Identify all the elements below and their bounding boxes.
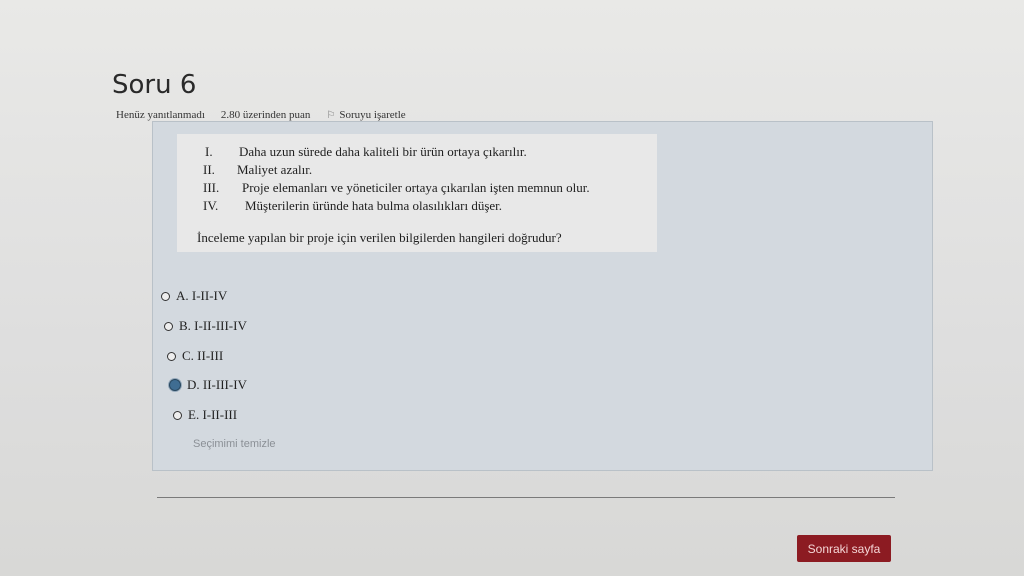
question-points: 2.80 üzerinden puan: [220, 109, 311, 121]
option-d[interactable]: D. II-III-IV: [169, 377, 247, 393]
flag-question-link[interactable]: ⚐ Soruyu işaretle: [326, 109, 405, 121]
statement-1: I. Daha uzun sürede daha kaliteli bir ür…: [205, 144, 527, 160]
flag-icon: ⚐: [326, 109, 336, 121]
option-b[interactable]: B. I-II-III-IV: [164, 318, 247, 334]
option-c[interactable]: C. II-III: [167, 348, 223, 364]
question-prompt: İnceleme yapılan bir proje için verilen …: [197, 230, 562, 245]
option-label: E. I-II-III: [188, 407, 238, 422]
statement-text: Müşterilerin üründe hata bulma olasılıkl…: [245, 198, 503, 213]
statement-number: II.: [203, 162, 215, 177]
answer-status: Henüz yanıtlanmadı: [116, 109, 205, 121]
statement-text: Daha uzun sürede daha kaliteli bir ürün …: [239, 144, 527, 159]
question-box: I. Daha uzun sürede daha kaliteli bir ür…: [152, 121, 933, 471]
divider: [157, 497, 895, 498]
clear-selection-link[interactable]: Seçimimi temizle: [193, 438, 276, 450]
option-label: D. II-III-IV: [187, 377, 247, 392]
question-text: I. Daha uzun sürede daha kaliteli bir ür…: [177, 134, 657, 252]
flag-question-label: Soruyu işaretle: [339, 109, 406, 121]
question-info: Henüz yanıtlanmadı 2.80 üzerinden puan ⚐…: [116, 109, 406, 121]
option-label: B. I-II-III-IV: [179, 318, 247, 333]
next-page-button[interactable]: Sonraki sayfa: [797, 535, 891, 562]
option-a[interactable]: A. I-II-IV: [161, 288, 227, 304]
statement-number: III.: [203, 180, 220, 195]
option-e[interactable]: E. I-II-III: [173, 407, 237, 423]
statement-text: Proje elemanları ve yöneticiler ortaya ç…: [242, 180, 590, 195]
statement-4: IV. Müşterilerin üründe hata bulma olası…: [203, 198, 502, 214]
radio-button[interactable]: [167, 351, 176, 361]
statement-3: III. Proje elemanları ve yöneticiler ort…: [203, 180, 590, 196]
statement-2: II. Maliyet azalır.: [203, 162, 312, 178]
statement-number: I.: [205, 144, 213, 159]
radio-button[interactable]: [173, 410, 182, 420]
radio-button[interactable]: [164, 321, 173, 331]
radio-button-selected[interactable]: [169, 379, 181, 391]
statement-number: IV.: [203, 198, 219, 213]
statement-text: Maliyet azalır.: [237, 162, 313, 177]
question-title: Soru 6: [112, 70, 197, 100]
radio-button[interactable]: [161, 291, 170, 301]
option-label: A. I-II-IV: [176, 288, 228, 303]
option-label: C. II-III: [182, 348, 224, 363]
